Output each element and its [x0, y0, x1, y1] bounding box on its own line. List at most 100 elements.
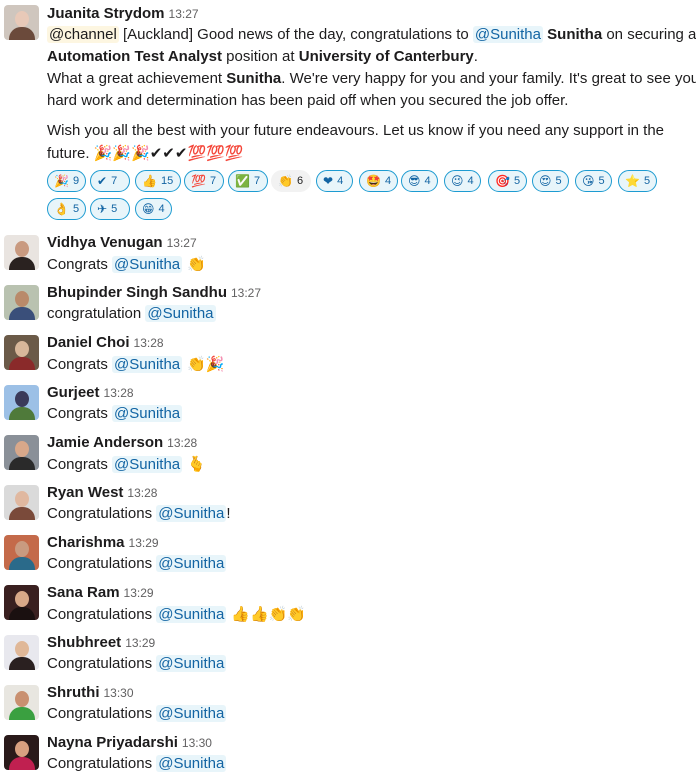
text: ! — [226, 505, 231, 522]
reaction-pill[interactable]: ✅ 7 — [228, 170, 268, 192]
sender-name[interactable]: Shruthi — [47, 684, 100, 701]
avatar[interactable] — [4, 385, 39, 420]
avatar[interactable] — [4, 285, 39, 320]
user-mention[interactable]: @Sunitha — [156, 555, 227, 572]
timestamp[interactable]: 13:27 — [169, 7, 199, 21]
sender-name[interactable]: Shubhreet — [47, 634, 121, 651]
sender-name[interactable]: Nayna Priyadarshi — [47, 734, 178, 751]
timestamp[interactable]: 13:28 — [104, 386, 134, 400]
avatar-head — [15, 291, 29, 307]
reaction-emoji: 👍 — [142, 174, 157, 188]
bold-text: Sunitha — [226, 70, 282, 87]
user-mention[interactable]: @Sunitha — [112, 256, 183, 273]
timestamp[interactable]: 13:30 — [182, 736, 212, 750]
sender-name[interactable]: Charishma — [47, 534, 125, 551]
reaction-emoji: ✈ — [97, 202, 108, 216]
text: Congrats — [47, 405, 113, 422]
text: Congratulations — [47, 606, 157, 623]
reaction-emoji: 🎯 — [495, 174, 510, 188]
avatar-head — [15, 391, 29, 407]
text: future. — [47, 145, 94, 162]
user-mention[interactable]: @Sunitha — [112, 405, 183, 422]
bold-text: Automation Test Analyst — [47, 48, 223, 65]
reaction-count: 5 — [111, 203, 118, 215]
message-line: Automation Test Analyst position at Univ… — [47, 46, 478, 68]
user-mention[interactable]: @Sunitha — [145, 305, 216, 322]
avatar[interactable] — [4, 685, 39, 720]
timestamp[interactable]: 13:29 — [125, 636, 155, 650]
avatar[interactable] — [4, 5, 39, 40]
message-header: Shruthi 13:30 — [47, 684, 134, 701]
avatar[interactable] — [4, 585, 39, 620]
reaction-pill[interactable]: 👏 6 — [271, 170, 311, 192]
reaction-count: 5 — [643, 175, 651, 187]
reaction-count: 4 — [424, 175, 431, 187]
reaction-pill[interactable]: 😁 4 — [135, 198, 172, 220]
reaction-pill[interactable]: 💯 7 — [184, 170, 224, 192]
message-line: hard work and determination has been pai… — [47, 90, 568, 112]
sender-name[interactable]: Daniel Choi — [47, 334, 130, 351]
avatar[interactable] — [4, 485, 39, 520]
user-mention[interactable]: @Sunitha — [472, 26, 543, 43]
text: congratulation — [47, 305, 146, 322]
sender-name[interactable]: Bhupinder Singh Sandhu — [47, 284, 227, 301]
sender-name[interactable]: Gurjeet — [47, 384, 100, 401]
reaction-pill[interactable]: 😎 4 — [401, 170, 438, 192]
timestamp[interactable]: 13:27 — [167, 236, 197, 250]
timestamp[interactable]: 13:27 — [231, 286, 261, 300]
channel-mention[interactable]: @channel — [47, 26, 119, 43]
timestamp[interactable]: 13:28 — [167, 436, 197, 450]
reaction-pill[interactable]: 🎉 9 — [47, 170, 87, 192]
avatar[interactable] — [4, 735, 39, 770]
user-mention[interactable]: @Sunitha — [156, 606, 227, 623]
sender-name[interactable]: Sana Ram — [47, 584, 120, 601]
avatar[interactable] — [4, 435, 39, 470]
avatar-head — [15, 691, 29, 707]
avatar-head — [15, 441, 29, 457]
avatar[interactable] — [4, 335, 39, 370]
user-mention[interactable]: @Sunitha — [156, 505, 227, 522]
reaction-pill[interactable]: 😍 5 — [532, 170, 569, 192]
user-mention[interactable]: @Sunitha — [112, 356, 183, 373]
reaction-pill[interactable]: 🤩 4 — [359, 170, 399, 192]
reaction-pill[interactable]: 😘 5 — [575, 170, 612, 192]
avatar[interactable] — [4, 635, 39, 670]
reaction-pill[interactable]: ❤ 4 — [316, 170, 353, 192]
reaction-count: 15 — [160, 175, 174, 187]
timestamp[interactable]: 13:28 — [127, 486, 157, 500]
user-mention[interactable]: @Sunitha — [112, 456, 183, 473]
message-header: Daniel Choi 13:28 — [47, 334, 164, 351]
user-mention[interactable]: @Sunitha — [156, 655, 227, 672]
timestamp[interactable]: 13:29 — [129, 536, 159, 550]
avatar-head — [15, 541, 29, 557]
bold-text: Sunitha — [547, 26, 603, 43]
avatar[interactable] — [4, 235, 39, 270]
reaction-pill[interactable]: ✈ 5 — [90, 198, 130, 220]
text: on securing an — [602, 26, 696, 43]
reaction-pill[interactable]: 👍 15 — [135, 170, 181, 192]
reaction-pill[interactable]: ⭐ 5 — [618, 170, 658, 192]
user-mention[interactable]: @Sunitha — [156, 755, 227, 772]
reaction-count: 5 — [72, 203, 80, 215]
sender-name[interactable]: Juanita Strydom — [47, 5, 165, 22]
message-text: Congratulations @Sunitha 👍👍👏👏 — [47, 603, 306, 626]
reaction-count: 5 — [513, 175, 521, 187]
avatar[interactable] — [4, 535, 39, 570]
user-mention[interactable]: @Sunitha — [156, 705, 227, 722]
message-header: Shubhreet 13:29 — [47, 634, 155, 651]
text: Congratulations — [47, 505, 157, 522]
message-line: Wish you all the best with your future e… — [47, 120, 664, 142]
text: hard work and determination has been pai… — [47, 92, 569, 109]
sender-name[interactable]: Jamie Anderson — [47, 434, 163, 451]
timestamp[interactable]: 13:28 — [134, 336, 164, 350]
reaction-pill[interactable]: 😉 4 — [444, 170, 481, 192]
timestamp[interactable]: 13:29 — [124, 586, 154, 600]
reaction-pill[interactable]: 👌 5 — [47, 198, 87, 220]
timestamp[interactable]: 13:30 — [104, 686, 134, 700]
sender-name[interactable]: Vidhya Venugan — [47, 234, 163, 251]
sender-name[interactable]: Ryan West — [47, 484, 123, 501]
avatar-head — [15, 641, 29, 657]
reaction-pill[interactable]: ✔ 7 — [90, 170, 130, 192]
reaction-pill[interactable]: 🎯 5 — [488, 170, 528, 192]
message-text: Congratulations @Sunitha! — [47, 503, 231, 525]
